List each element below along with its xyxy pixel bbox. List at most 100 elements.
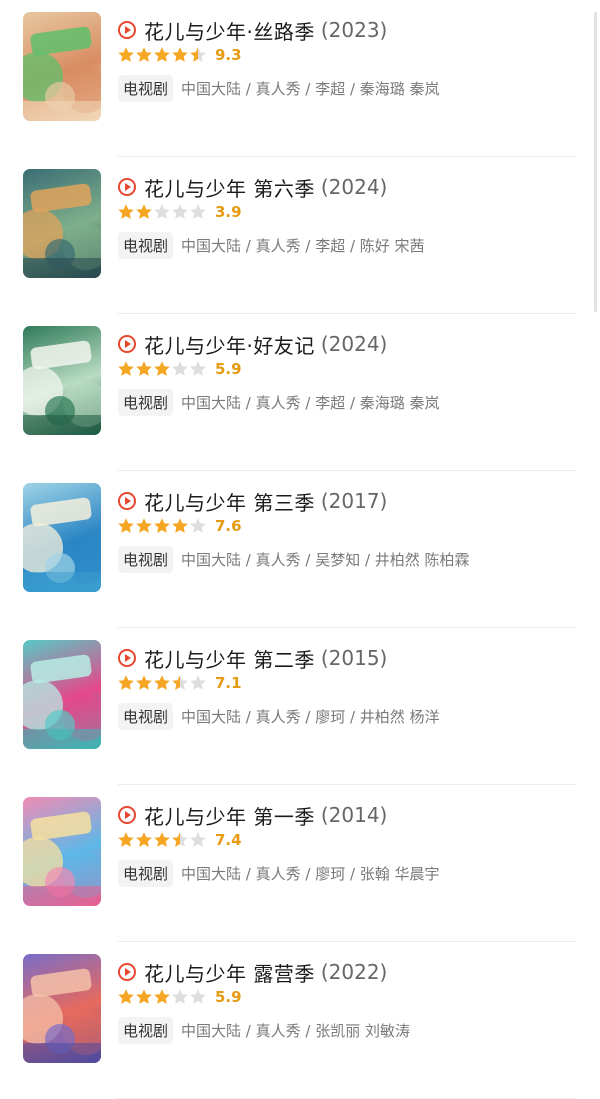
star-filled-icon bbox=[136, 989, 152, 1004]
show-meta: 中国大陆 / 真人秀 / 张凯丽 刘敏涛 bbox=[181, 1021, 410, 1040]
star-filled-icon bbox=[118, 518, 134, 533]
star-rating bbox=[117, 360, 207, 378]
poster-thumbnail[interactable] bbox=[23, 640, 101, 749]
show-meta: 中国大陆 / 真人秀 / 李超 / 秦海璐 秦岚 bbox=[181, 79, 440, 98]
show-title[interactable]: 花儿与少年 第六季 bbox=[144, 173, 315, 202]
star-empty-icon bbox=[190, 204, 206, 219]
star-filled-icon bbox=[172, 518, 188, 533]
result-item[interactable]: 花儿与少年 露营季 (2022) 5.9 电视剧 中国大陆 / 真人秀 / 张凯… bbox=[0, 942, 600, 1099]
category-tag: 电视剧 bbox=[118, 859, 174, 887]
poster-thumbnail[interactable] bbox=[23, 797, 101, 906]
star-rating bbox=[117, 674, 207, 692]
show-title[interactable]: 花儿与少年·丝路季 bbox=[144, 16, 315, 45]
star-filled-icon bbox=[154, 675, 170, 690]
rating-score: 5.9 bbox=[215, 360, 242, 378]
play-circle-icon[interactable] bbox=[118, 806, 136, 824]
poster-art bbox=[23, 101, 101, 121]
poster-thumbnail[interactable] bbox=[23, 483, 101, 592]
star-filled-icon bbox=[136, 675, 152, 690]
poster-logo bbox=[29, 653, 93, 685]
show-meta: 中国大陆 / 真人秀 / 吴梦知 / 井柏然 陈柏霖 bbox=[181, 550, 470, 569]
meta-row: 电视剧 中国大陆 / 真人秀 / 廖珂 / 井柏然 杨洋 bbox=[118, 702, 440, 730]
title-row[interactable]: 花儿与少年 第三季 (2017) bbox=[118, 486, 387, 516]
poster-art bbox=[23, 572, 101, 592]
result-item[interactable]: 花儿与少年 第一季 (2014) 7.4 电视剧 中国大陆 / 真人秀 / 廖珂… bbox=[0, 785, 600, 942]
result-item[interactable]: 花儿与少年·好友记 (2024) 5.9 电视剧 中国大陆 / 真人秀 / 李超… bbox=[0, 314, 600, 471]
scrollbar[interactable] bbox=[594, 12, 597, 312]
result-item[interactable]: 花儿与少年 第二季 (2015) 7.1 电视剧 中国大陆 / 真人秀 / 廖珂… bbox=[0, 628, 600, 785]
result-item[interactable]: 花儿与少年 第三季 (2017) 7.6 电视剧 中国大陆 / 真人秀 / 吴梦… bbox=[0, 471, 600, 628]
poster-thumbnail[interactable] bbox=[23, 326, 101, 435]
result-item[interactable]: 花儿与少年 第六季 (2024) 3.9 电视剧 中国大陆 / 真人秀 / 李超… bbox=[0, 157, 600, 314]
poster-logo bbox=[29, 25, 93, 57]
meta-row: 电视剧 中国大陆 / 真人秀 / 李超 / 秦海璐 秦岚 bbox=[118, 388, 440, 416]
star-filled-icon bbox=[136, 204, 152, 219]
poster-thumbnail[interactable] bbox=[23, 954, 101, 1063]
star-empty-icon bbox=[154, 204, 170, 219]
rating-row: 5.9 bbox=[117, 358, 242, 380]
category-tag: 电视剧 bbox=[118, 702, 174, 730]
star-empty-icon bbox=[190, 989, 206, 1004]
poster-logo bbox=[29, 967, 93, 999]
star-filled-icon bbox=[136, 47, 152, 62]
play-circle-icon[interactable] bbox=[118, 649, 136, 667]
poster-art bbox=[23, 1043, 101, 1063]
play-circle-icon[interactable] bbox=[118, 492, 136, 510]
play-circle-icon[interactable] bbox=[118, 963, 136, 981]
poster-art bbox=[23, 258, 101, 278]
show-meta: 中国大陆 / 真人秀 / 李超 / 陈好 宋茜 bbox=[181, 236, 425, 255]
rating-row: 9.3 bbox=[117, 44, 242, 66]
title-row[interactable]: 花儿与少年·丝路季 (2023) bbox=[118, 15, 387, 45]
rating-score: 3.9 bbox=[215, 203, 242, 221]
rating-score: 7.6 bbox=[215, 517, 242, 535]
title-row[interactable]: 花儿与少年 第一季 (2014) bbox=[118, 800, 387, 830]
show-title[interactable]: 花儿与少年·好友记 bbox=[144, 330, 315, 359]
show-title[interactable]: 花儿与少年 第二季 bbox=[144, 644, 315, 673]
show-title[interactable]: 花儿与少年 第一季 bbox=[144, 801, 315, 830]
show-year: (2017) bbox=[320, 489, 388, 513]
star-empty-icon bbox=[190, 832, 206, 847]
meta-row: 电视剧 中国大陆 / 真人秀 / 李超 / 陈好 宋茜 bbox=[118, 231, 425, 259]
title-row[interactable]: 花儿与少年 第二季 (2015) bbox=[118, 643, 387, 673]
star-filled-icon bbox=[154, 989, 170, 1004]
star-filled-icon bbox=[118, 832, 134, 847]
result-item[interactable]: 花儿与少年·丝路季 (2023) 9.3 电视剧 中国大陆 / 真人秀 / 李超… bbox=[0, 0, 600, 157]
show-year: (2015) bbox=[320, 646, 388, 670]
star-rating bbox=[117, 988, 207, 1006]
category-tag: 电视剧 bbox=[118, 74, 174, 102]
show-year: (2014) bbox=[320, 803, 388, 827]
poster-logo bbox=[29, 496, 93, 528]
rating-score: 7.1 bbox=[215, 674, 242, 692]
star-empty-icon bbox=[190, 518, 206, 533]
title-row[interactable]: 花儿与少年 第六季 (2024) bbox=[118, 172, 387, 202]
play-circle-icon[interactable] bbox=[118, 335, 136, 353]
rating-score: 9.3 bbox=[215, 46, 242, 64]
title-row[interactable]: 花儿与少年 露营季 (2022) bbox=[118, 957, 387, 987]
meta-row: 电视剧 中国大陆 / 真人秀 / 吴梦知 / 井柏然 陈柏霖 bbox=[118, 545, 470, 573]
show-year: (2024) bbox=[320, 175, 388, 199]
show-meta: 中国大陆 / 真人秀 / 廖珂 / 井柏然 杨洋 bbox=[181, 707, 440, 726]
show-year: (2024) bbox=[320, 332, 388, 356]
star-rating bbox=[117, 831, 207, 849]
poster-thumbnail[interactable] bbox=[23, 169, 101, 278]
poster-art bbox=[23, 886, 101, 906]
star-empty-icon bbox=[172, 361, 188, 376]
rating-score: 5.9 bbox=[215, 988, 242, 1006]
show-year: (2022) bbox=[320, 960, 388, 984]
meta-row: 电视剧 中国大陆 / 真人秀 / 李超 / 秦海璐 秦岚 bbox=[118, 74, 440, 102]
star-empty-icon bbox=[190, 361, 206, 376]
play-circle-icon[interactable] bbox=[118, 178, 136, 196]
star-half-icon bbox=[190, 47, 206, 62]
poster-thumbnail[interactable] bbox=[23, 12, 101, 121]
show-title[interactable]: 花儿与少年 第三季 bbox=[144, 487, 315, 516]
show-title[interactable]: 花儿与少年 露营季 bbox=[144, 958, 315, 987]
rating-score: 7.4 bbox=[215, 831, 242, 849]
title-row[interactable]: 花儿与少年·好友记 (2024) bbox=[118, 329, 387, 359]
show-meta: 中国大陆 / 真人秀 / 廖珂 / 张翰 华晨宇 bbox=[181, 864, 440, 883]
star-filled-icon bbox=[154, 361, 170, 376]
star-filled-icon bbox=[118, 204, 134, 219]
star-filled-icon bbox=[136, 361, 152, 376]
star-filled-icon bbox=[154, 832, 170, 847]
play-circle-icon[interactable] bbox=[118, 21, 136, 39]
star-filled-icon bbox=[136, 518, 152, 533]
